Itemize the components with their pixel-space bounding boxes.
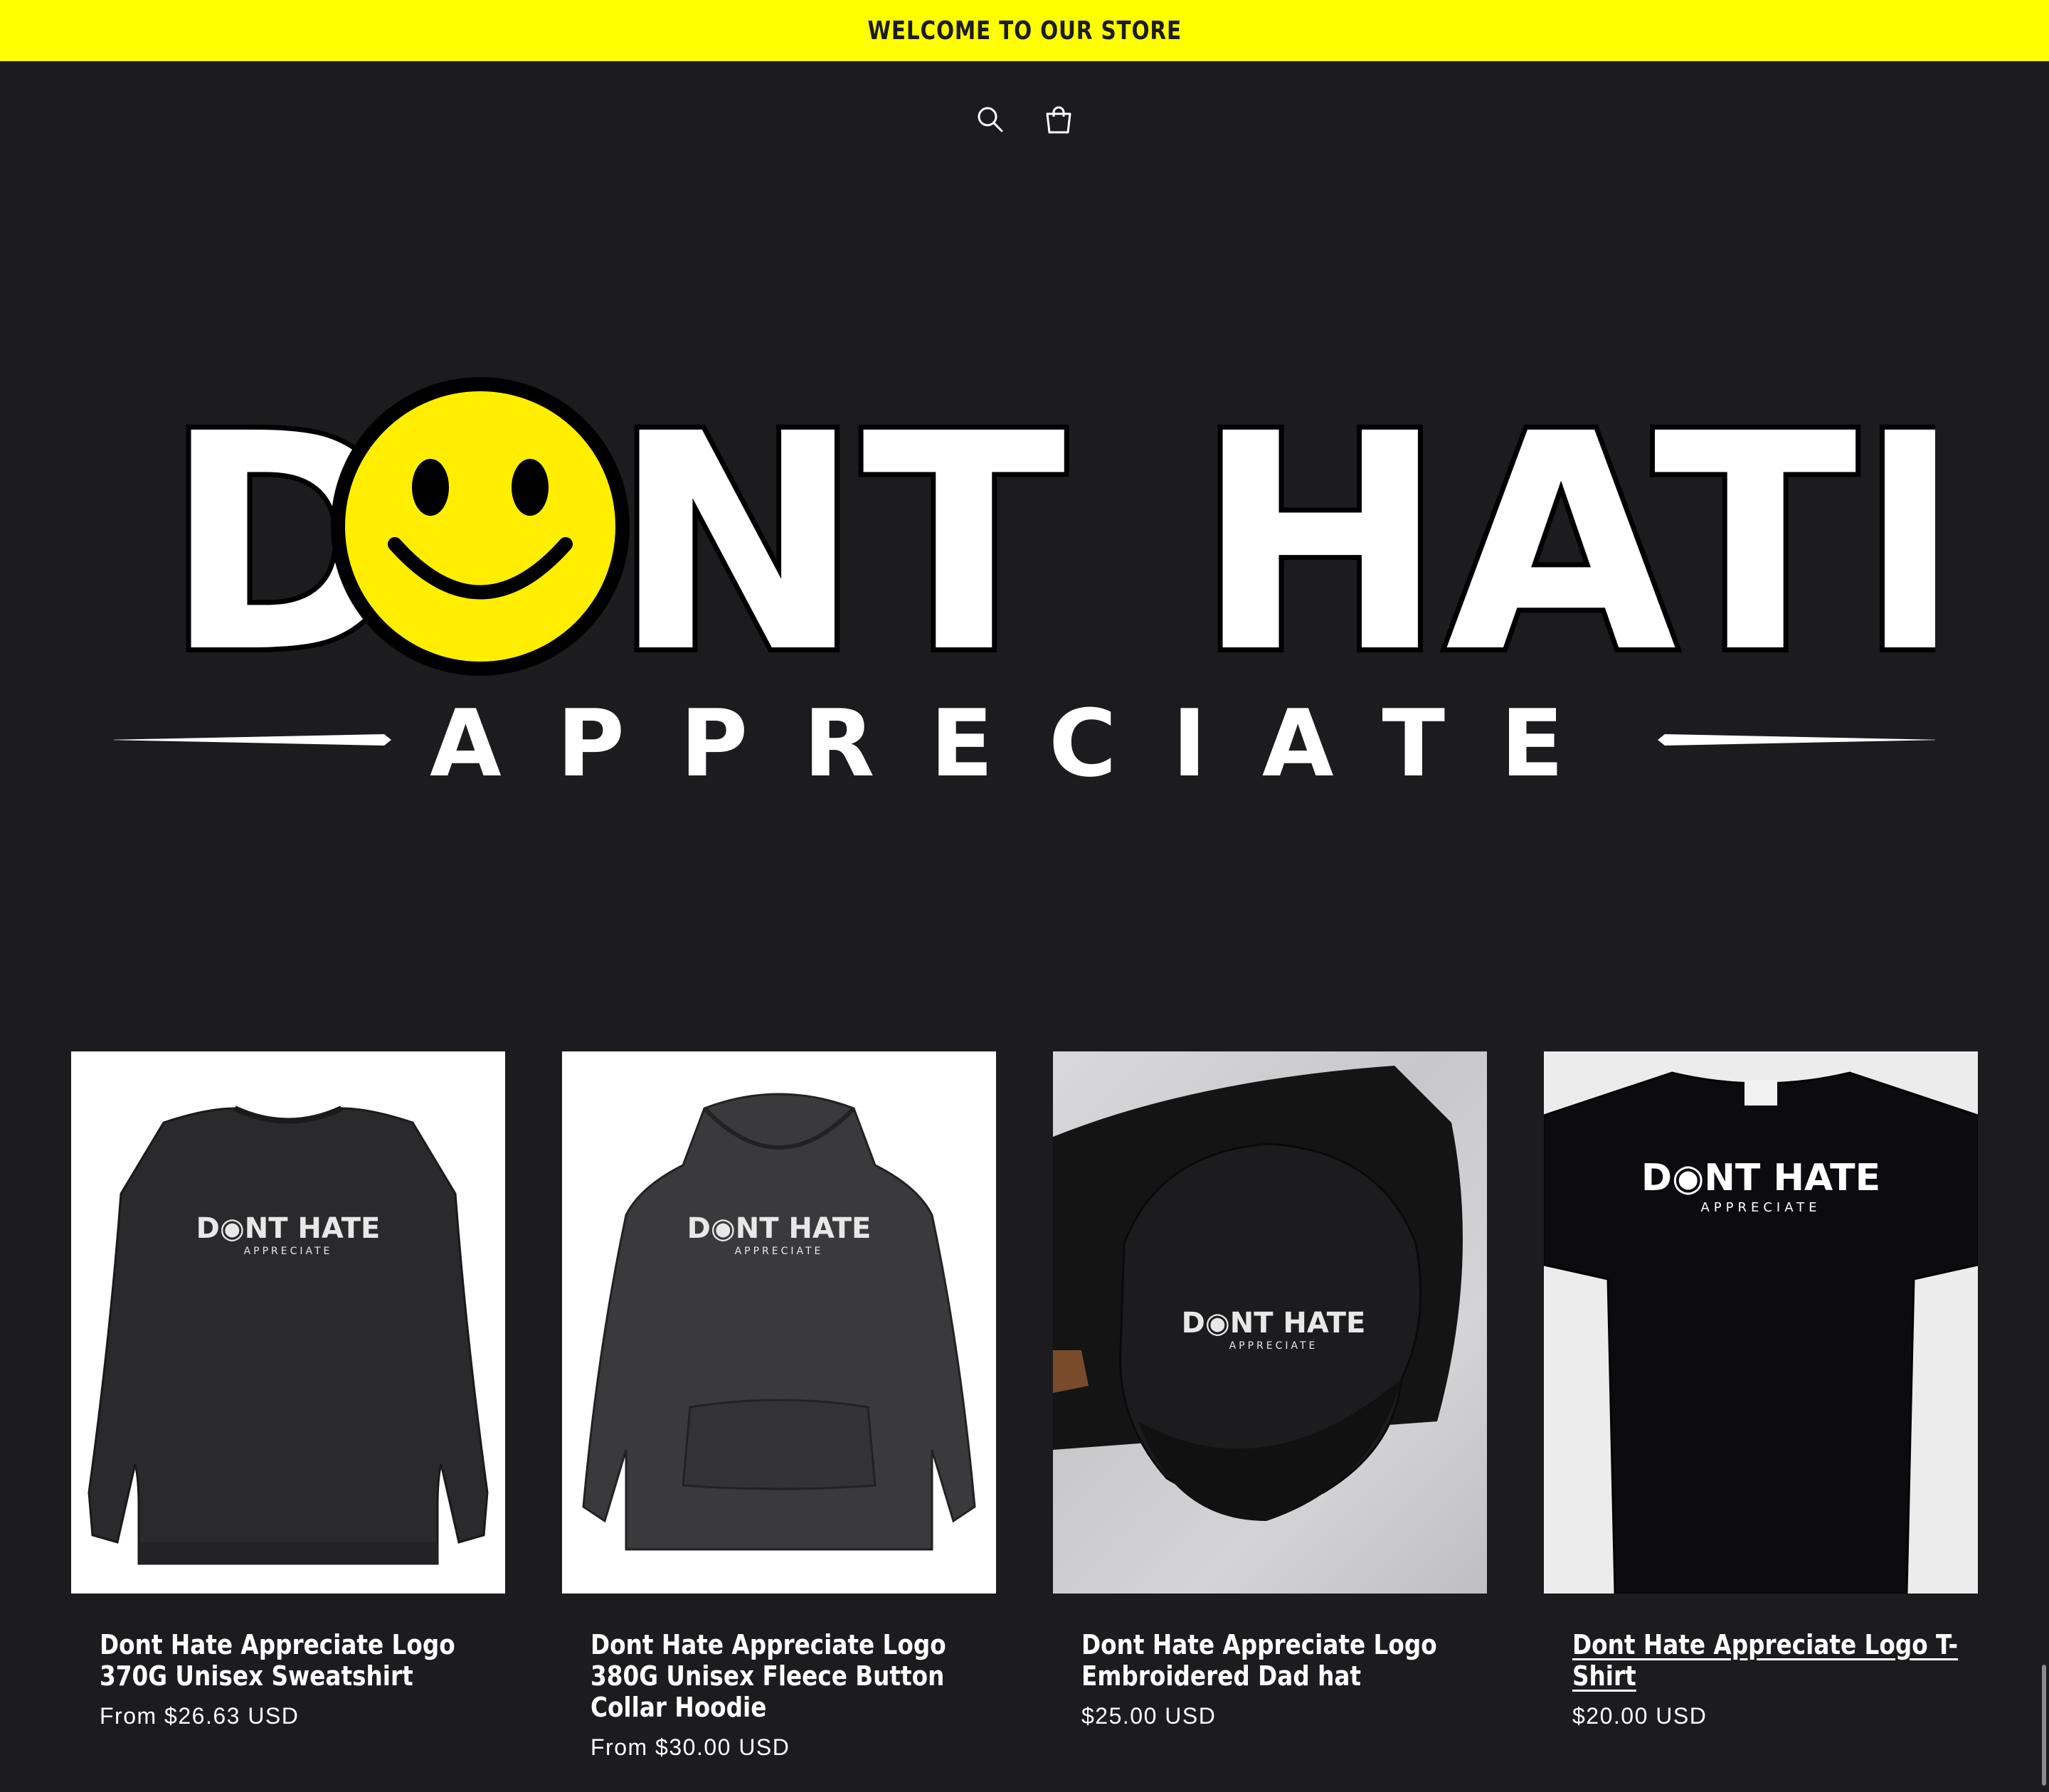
scrollbar[interactable] <box>2042 1665 2046 1786</box>
product-card[interactable]: D◉NT HATE APPRECIATE Dont Hate Appreciat… <box>1053 1051 1487 1761</box>
logo-tagline: APPRECIATE <box>430 689 1619 797</box>
product-title[interactable]: Dont Hate Appreciate Logo 380G Unisex Fl… <box>591 1629 982 1723</box>
hero-logo: D NT HATE APPRECIATE <box>107 366 2049 797</box>
search-icon[interactable] <box>970 100 1010 139</box>
announcement-text: WELCOME TO OUR STORE <box>867 16 1182 46</box>
product-grid: D◉NT HATE APPRECIATE Dont Hate Appreciat… <box>71 1051 1978 1761</box>
svg-text:APPRECIATE: APPRECIATE <box>244 1246 333 1257</box>
product-card[interactable]: D◉NT HATE APPRECIATE Dont Hate Appreciat… <box>1544 1051 1978 1761</box>
tagline-line-right <box>1658 734 1942 746</box>
product-image-dad-hat[interactable]: D◉NT HATE APPRECIATE <box>1053 1051 1487 1594</box>
svg-text:D◉NT HATE: D◉NT HATE <box>687 1212 872 1245</box>
cart-icon[interactable] <box>1039 100 1079 139</box>
product-image-sweatshirt[interactable]: D◉NT HATE APPRECIATE <box>71 1051 505 1594</box>
svg-text:D◉NT HATE: D◉NT HATE <box>1182 1307 1366 1340</box>
tagline-line-left <box>107 734 391 746</box>
svg-text:D◉NT HATE: D◉NT HATE <box>196 1212 381 1245</box>
product-price: $20.00 USD <box>1572 1703 1708 1729</box>
svg-text:APPRECIATE: APPRECIATE <box>1700 1200 1821 1215</box>
header-icons <box>0 100 2049 139</box>
product-card[interactable]: D◉NT HATE APPRECIATE Dont Hate Appreciat… <box>562 1051 996 1761</box>
product-image-hoodie[interactable]: D◉NT HATE APPRECIATE <box>562 1051 996 1594</box>
product-price: From $30.00 USD <box>591 1734 790 1760</box>
smiley-icon <box>331 377 630 676</box>
svg-text:APPRECIATE: APPRECIATE <box>735 1246 824 1257</box>
product-title[interactable]: Dont Hate Appreciate Logo T-Shirt <box>1572 1629 1964 1692</box>
product-title[interactable]: Dont Hate Appreciate Logo 370G Unisex Sw… <box>100 1629 491 1692</box>
svg-text:APPRECIATE: APPRECIATE <box>1229 1340 1318 1352</box>
product-price: From $26.63 USD <box>100 1703 300 1729</box>
logo-letters-nt: NT <box>612 371 1067 719</box>
product-card[interactable]: D◉NT HATE APPRECIATE Dont Hate Appreciat… <box>71 1051 505 1761</box>
announcement-bar: WELCOME TO OUR STORE <box>0 0 2049 61</box>
svg-text:D◉NT HATE: D◉NT HATE <box>1641 1157 1880 1199</box>
logo-word-hate: HATE <box>1195 371 1935 719</box>
product-price: $25.00 USD <box>1081 1703 1217 1729</box>
product-image-t-shirt[interactable]: D◉NT HATE APPRECIATE <box>1544 1051 1978 1594</box>
product-title[interactable]: Dont Hate Appreciate Logo Embroidered Da… <box>1081 1629 1473 1692</box>
